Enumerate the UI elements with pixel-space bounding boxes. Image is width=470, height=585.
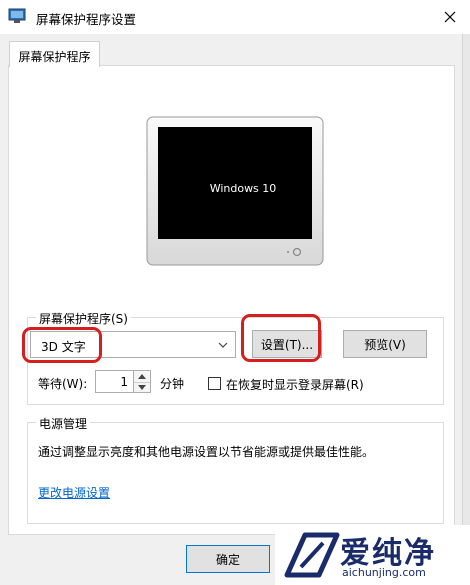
resume-logon-label[interactable]: 在恢复时显示登录屏幕(R) bbox=[226, 376, 364, 393]
power-group-label: 电源管理 bbox=[36, 415, 91, 432]
minutes-label: 分钟 bbox=[160, 377, 185, 391]
window-title: 屏幕保护程序设置 bbox=[36, 12, 137, 27]
ok-button[interactable]: 确定 bbox=[186, 545, 270, 573]
resume-logon-checkbox[interactable] bbox=[208, 377, 221, 390]
wait-label: 等待(W): bbox=[38, 377, 88, 391]
preview-button[interactable]: 预览(V) bbox=[343, 330, 427, 358]
chevron-down-icon bbox=[217, 339, 229, 351]
power-group bbox=[27, 422, 444, 524]
background-window-edge bbox=[462, 34, 470, 585]
close-button[interactable] bbox=[432, 2, 468, 32]
power-description: 通过调整显示亮度和其他电源设置以节省能源或提供最佳性能。 bbox=[38, 445, 375, 459]
wait-minutes-input[interactable]: 1 bbox=[95, 370, 134, 393]
chevron-down-icon bbox=[138, 385, 146, 390]
monitor-settings-icon bbox=[8, 8, 26, 24]
watermark-sub-text: aichunjing.com bbox=[342, 566, 426, 579]
change-power-settings-link[interactable]: 更改电源设置 bbox=[38, 484, 110, 501]
tab-screensaver[interactable]: 屏幕保护程序 bbox=[9, 41, 100, 67]
preview-screen-text: Windows 10 bbox=[209, 182, 277, 195]
highlight-dropdown-annotation bbox=[22, 327, 102, 363]
close-icon bbox=[444, 11, 456, 23]
wait-minutes-stepper bbox=[134, 370, 151, 393]
wait-minutes-value: 1 bbox=[120, 375, 128, 389]
spin-down-button[interactable] bbox=[134, 382, 150, 393]
tab-label: 屏幕保护程序 bbox=[18, 50, 91, 64]
logo-emblem-icon bbox=[284, 532, 340, 578]
title-bar: 屏幕保护程序设置 bbox=[0, 0, 470, 34]
screensaver-group-label: 屏幕保护程序(S) bbox=[36, 310, 131, 327]
highlight-settings-annotation bbox=[241, 314, 321, 362]
chevron-up-icon bbox=[138, 374, 146, 379]
